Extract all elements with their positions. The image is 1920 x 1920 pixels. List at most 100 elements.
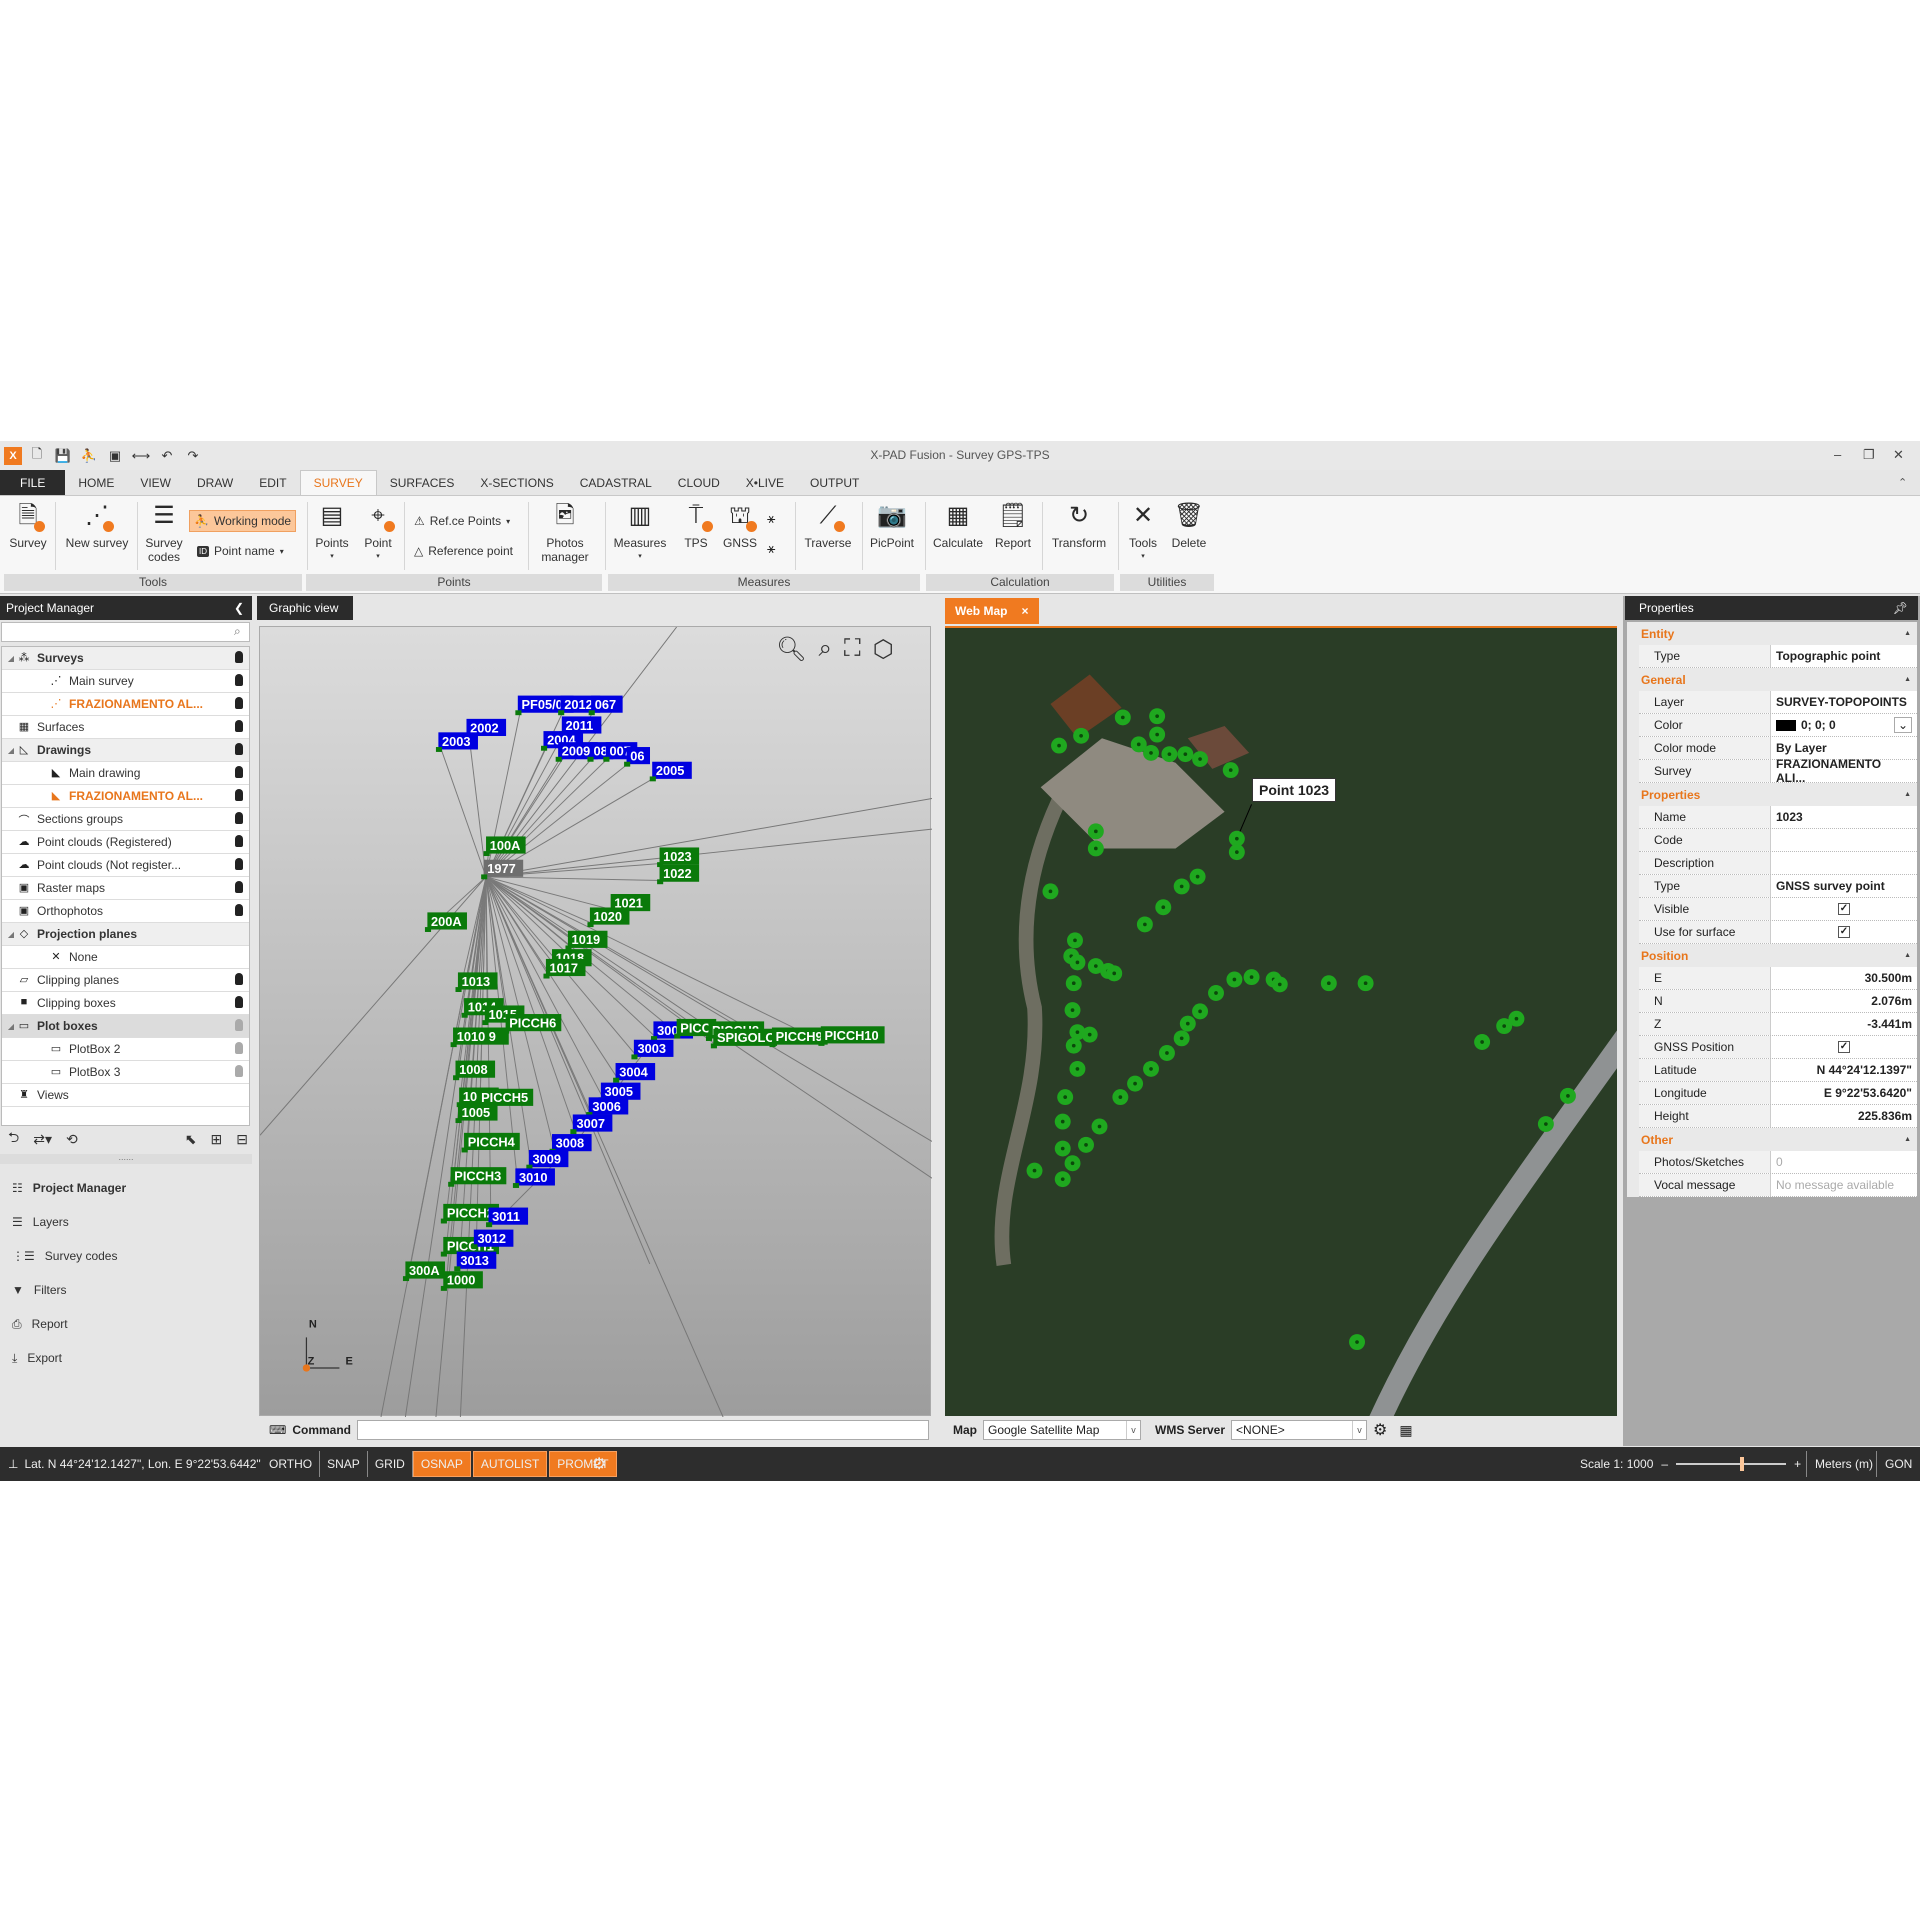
tree-item[interactable]: ☁ Point clouds (Not register...	[2, 854, 249, 877]
property-value[interactable]	[1771, 829, 1917, 851]
tree-item[interactable]: ▣ Orthophotos	[2, 900, 249, 923]
point-label[interactable]: 3003	[631, 1039, 674, 1060]
nav-project-manager[interactable]: ☷ Project Manager	[0, 1171, 252, 1205]
visibility-bulb-icon[interactable]	[235, 743, 243, 755]
map-point[interactable]	[1054, 1140, 1071, 1157]
reference-point-button[interactable]: △ Reference point	[410, 540, 517, 562]
property-value[interactable]: 225.836m	[1771, 1105, 1917, 1127]
map-point[interactable]	[1042, 883, 1059, 900]
map-point[interactable]	[1226, 971, 1243, 988]
point-label[interactable]: PICCH6	[503, 1014, 562, 1034]
property-value[interactable]: ✓	[1771, 921, 1917, 943]
add-measure-icon[interactable]: ⚹	[767, 510, 775, 527]
map-point[interactable]	[1073, 727, 1090, 744]
tab-survey[interactable]: SURVEY	[299, 470, 377, 495]
map-point[interactable]	[1067, 932, 1083, 949]
map-point[interactable]	[1065, 1037, 1082, 1054]
property-value[interactable]: Topographic point	[1771, 645, 1917, 667]
expand-triangle-icon[interactable]: ◢	[6, 746, 16, 755]
property-value[interactable]: 1023	[1771, 806, 1917, 828]
map-point[interactable]	[1559, 1087, 1576, 1104]
map-point[interactable]	[1091, 1118, 1108, 1135]
tab-xsections[interactable]: X-SECTIONS	[467, 470, 566, 495]
traverse-button[interactable]: ⟋ Traverse	[800, 500, 856, 551]
toggle-ortho[interactable]: ORTHO	[262, 1451, 321, 1477]
point-label[interactable]: 3010	[512, 1168, 555, 1188]
map-point[interactable]	[1474, 1034, 1491, 1050]
property-value[interactable]: 2.076m	[1771, 990, 1917, 1012]
minimize-button[interactable]: –	[1834, 447, 1841, 462]
toggle-prompt[interactable]: PROMPT	[549, 1451, 617, 1477]
zoom-in-icon[interactable]: 🔍︎	[776, 635, 806, 664]
units-selector[interactable]: Meters (m)	[1806, 1451, 1873, 1477]
visibility-bulb-icon[interactable]	[235, 651, 243, 663]
survey-button[interactable]: 🗎 Survey	[8, 500, 48, 551]
expand-all-icon[interactable]: ⊞	[211, 1131, 223, 1148]
tree-item[interactable]: ▣ Raster maps	[2, 877, 249, 900]
satellite-map[interactable]: Point 1023	[945, 626, 1617, 1416]
map-point[interactable]	[1143, 744, 1159, 761]
point-label[interactable]: 300A	[402, 1261, 445, 1282]
tree-item[interactable]: ▭ PlotBox 3	[2, 1061, 249, 1084]
point-label[interactable]: 067	[588, 695, 623, 716]
point-label[interactable]: 2003	[435, 732, 478, 752]
pin-icon[interactable]: 📌︎	[1893, 596, 1908, 620]
refresh-icon[interactable]: ⟲	[66, 1131, 78, 1148]
visibility-bulb-icon[interactable]	[235, 720, 243, 732]
property-value[interactable]: 30.500m	[1771, 967, 1917, 989]
section-other[interactable]: Other	[1627, 1128, 1917, 1151]
new-survey-button[interactable]: ⋰ New survey	[62, 500, 132, 551]
redo-icon[interactable]: ↷	[182, 446, 204, 466]
survey-codes-button[interactable]: ☰ Survey codes	[142, 500, 186, 565]
graphic-view-canvas[interactable]: PF05/0 2012 067 2002 2003 2011 2004 2009 08 007 06…	[259, 626, 933, 1418]
point-label[interactable]: 1020	[587, 907, 630, 928]
measure-icon[interactable]: ⟷	[130, 446, 152, 466]
point-label[interactable]: 3004	[613, 1063, 656, 1083]
tree-item[interactable]: ◢ ◺ Drawings	[2, 739, 249, 762]
map-point[interactable]	[1026, 1162, 1043, 1179]
map-point[interactable]	[1537, 1116, 1554, 1133]
tree-item[interactable]: ▭ PlotBox 2	[2, 1038, 249, 1061]
tree-item[interactable]: ◣ Main drawing	[2, 762, 249, 785]
map-point[interactable]	[1158, 1045, 1175, 1061]
3d-cube-icon[interactable]: ⬡	[873, 635, 894, 664]
map-point[interactable]	[1106, 965, 1123, 982]
close-tab-icon[interactable]: ×	[1021, 604, 1028, 618]
restore-button[interactable]: ❐	[1863, 447, 1875, 463]
tab-xlive[interactable]: X•LIVE	[733, 470, 797, 495]
collapse-all-icon[interactable]: ⊟	[236, 1131, 248, 1148]
property-value[interactable]: 0; 0; 0 ⌄	[1771, 714, 1917, 736]
map-point[interactable]	[1087, 823, 1104, 840]
property-value[interactable]: -3.441m	[1771, 1013, 1917, 1035]
save-icon[interactable]: 💾	[52, 446, 74, 466]
map-point[interactable]	[1054, 1113, 1071, 1130]
tab-surfaces[interactable]: SURFACES	[377, 470, 468, 495]
map-point[interactable]	[1192, 1003, 1209, 1020]
map-type-select[interactable]: Google Satellite Map v	[983, 1420, 1141, 1440]
tab-output[interactable]: OUTPUT	[797, 470, 872, 495]
map-point[interactable]	[1136, 916, 1153, 933]
app-logo-icon[interactable]: X	[4, 446, 22, 465]
scale-slider[interactable]	[1676, 1457, 1787, 1471]
section-general[interactable]: General	[1627, 668, 1917, 691]
working-mode-button[interactable]: ⛹ Working mode	[189, 510, 297, 532]
gnss-button[interactable]: ⛫ GNSS	[720, 500, 760, 550]
point-label[interactable]: 1017	[543, 958, 586, 979]
expand-triangle-icon[interactable]: ◢	[6, 654, 16, 663]
property-value[interactable]: E 9°22'53.6420"	[1771, 1082, 1917, 1104]
section-entity[interactable]: Entity	[1627, 622, 1917, 645]
refce-points-dropdown[interactable]: ⚠ Ref.ce Points ▾	[410, 510, 514, 532]
command-input[interactable]	[357, 1420, 929, 1440]
report-button[interactable]: 🗒 Report	[990, 500, 1036, 551]
tree-item[interactable]: ⋰ FRAZIONAMENTO AL...	[2, 693, 249, 716]
map-point[interactable]	[1357, 975, 1374, 992]
checkbox[interactable]: ✓	[1838, 1041, 1850, 1053]
point-label[interactable]: 1008	[453, 1060, 496, 1081]
sync-icon[interactable]: ⇄▾	[33, 1131, 52, 1148]
point-label[interactable]: 3012	[471, 1229, 514, 1250]
map-point[interactable]	[1243, 969, 1260, 986]
working-mode-icon[interactable]: ⛹	[78, 446, 100, 466]
property-value[interactable]: FRAZIONAMENTO ALI...	[1771, 757, 1917, 785]
map-point[interactable]	[1177, 746, 1194, 763]
picpoint-button[interactable]: 📷 PicPoint	[866, 500, 918, 551]
